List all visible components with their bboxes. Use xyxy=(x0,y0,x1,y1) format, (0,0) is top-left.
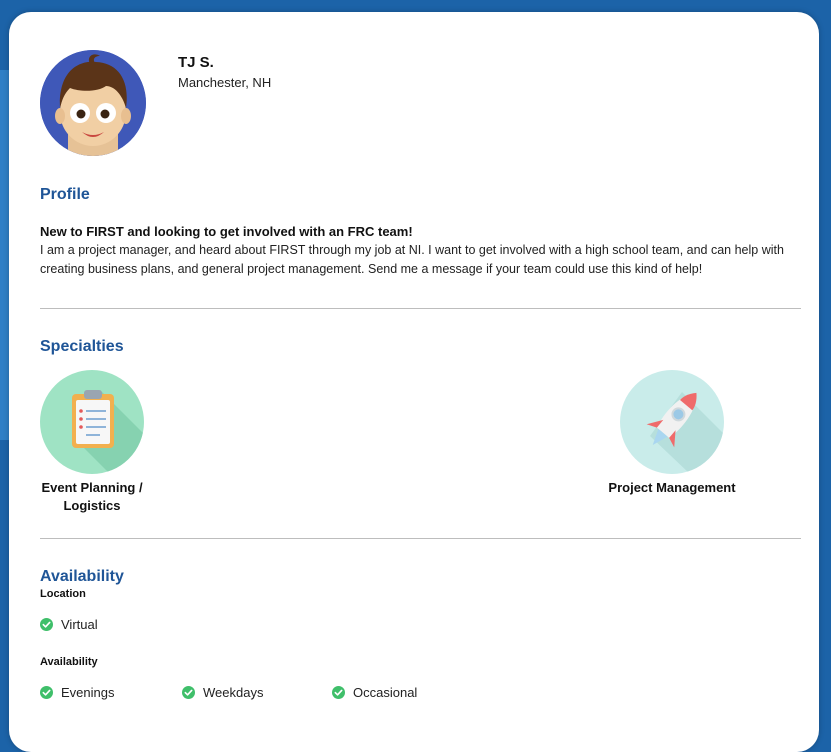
specialty-label-event-planning: Event Planning / Logistics xyxy=(41,480,143,513)
divider xyxy=(40,538,801,539)
user-name: TJ S. xyxy=(178,54,214,71)
profile-card: TJ S. Manchester, NH Profile New to FIRS… xyxy=(9,12,819,752)
location-label: Location xyxy=(40,588,86,600)
specialty-label-project-management: Project Management xyxy=(608,480,736,495)
avatar xyxy=(40,50,146,156)
list-item: Virtual xyxy=(40,617,98,632)
check-circle-icon xyxy=(332,686,345,699)
availability-item-weekdays: Weekdays xyxy=(203,685,264,700)
avatar-illustration xyxy=(40,50,146,156)
list-item: Occasional xyxy=(332,685,417,700)
availability-item-occasional: Occasional xyxy=(353,685,418,700)
section-title-specialties: Specialties xyxy=(40,338,124,355)
rocket-icon xyxy=(620,370,724,474)
location-item-virtual: Virtual xyxy=(61,617,98,632)
list-item: Weekdays xyxy=(182,685,263,700)
bio-heading: New to FIRST and looking to get involved… xyxy=(40,224,413,239)
clipboard-icon xyxy=(40,370,144,474)
list-item: Evenings xyxy=(40,685,114,700)
user-location: Manchester, NH xyxy=(178,75,272,90)
section-title-availability: Availability xyxy=(40,568,124,585)
bio-text: I am a project manager, and heard about … xyxy=(40,243,784,276)
check-circle-icon xyxy=(40,686,53,699)
section-title-profile: Profile xyxy=(40,186,90,203)
check-circle-icon xyxy=(40,618,53,631)
availability-label: Availability xyxy=(40,656,98,668)
check-circle-icon xyxy=(182,686,195,699)
availability-item-evenings: Evenings xyxy=(61,685,115,700)
divider xyxy=(40,308,801,309)
